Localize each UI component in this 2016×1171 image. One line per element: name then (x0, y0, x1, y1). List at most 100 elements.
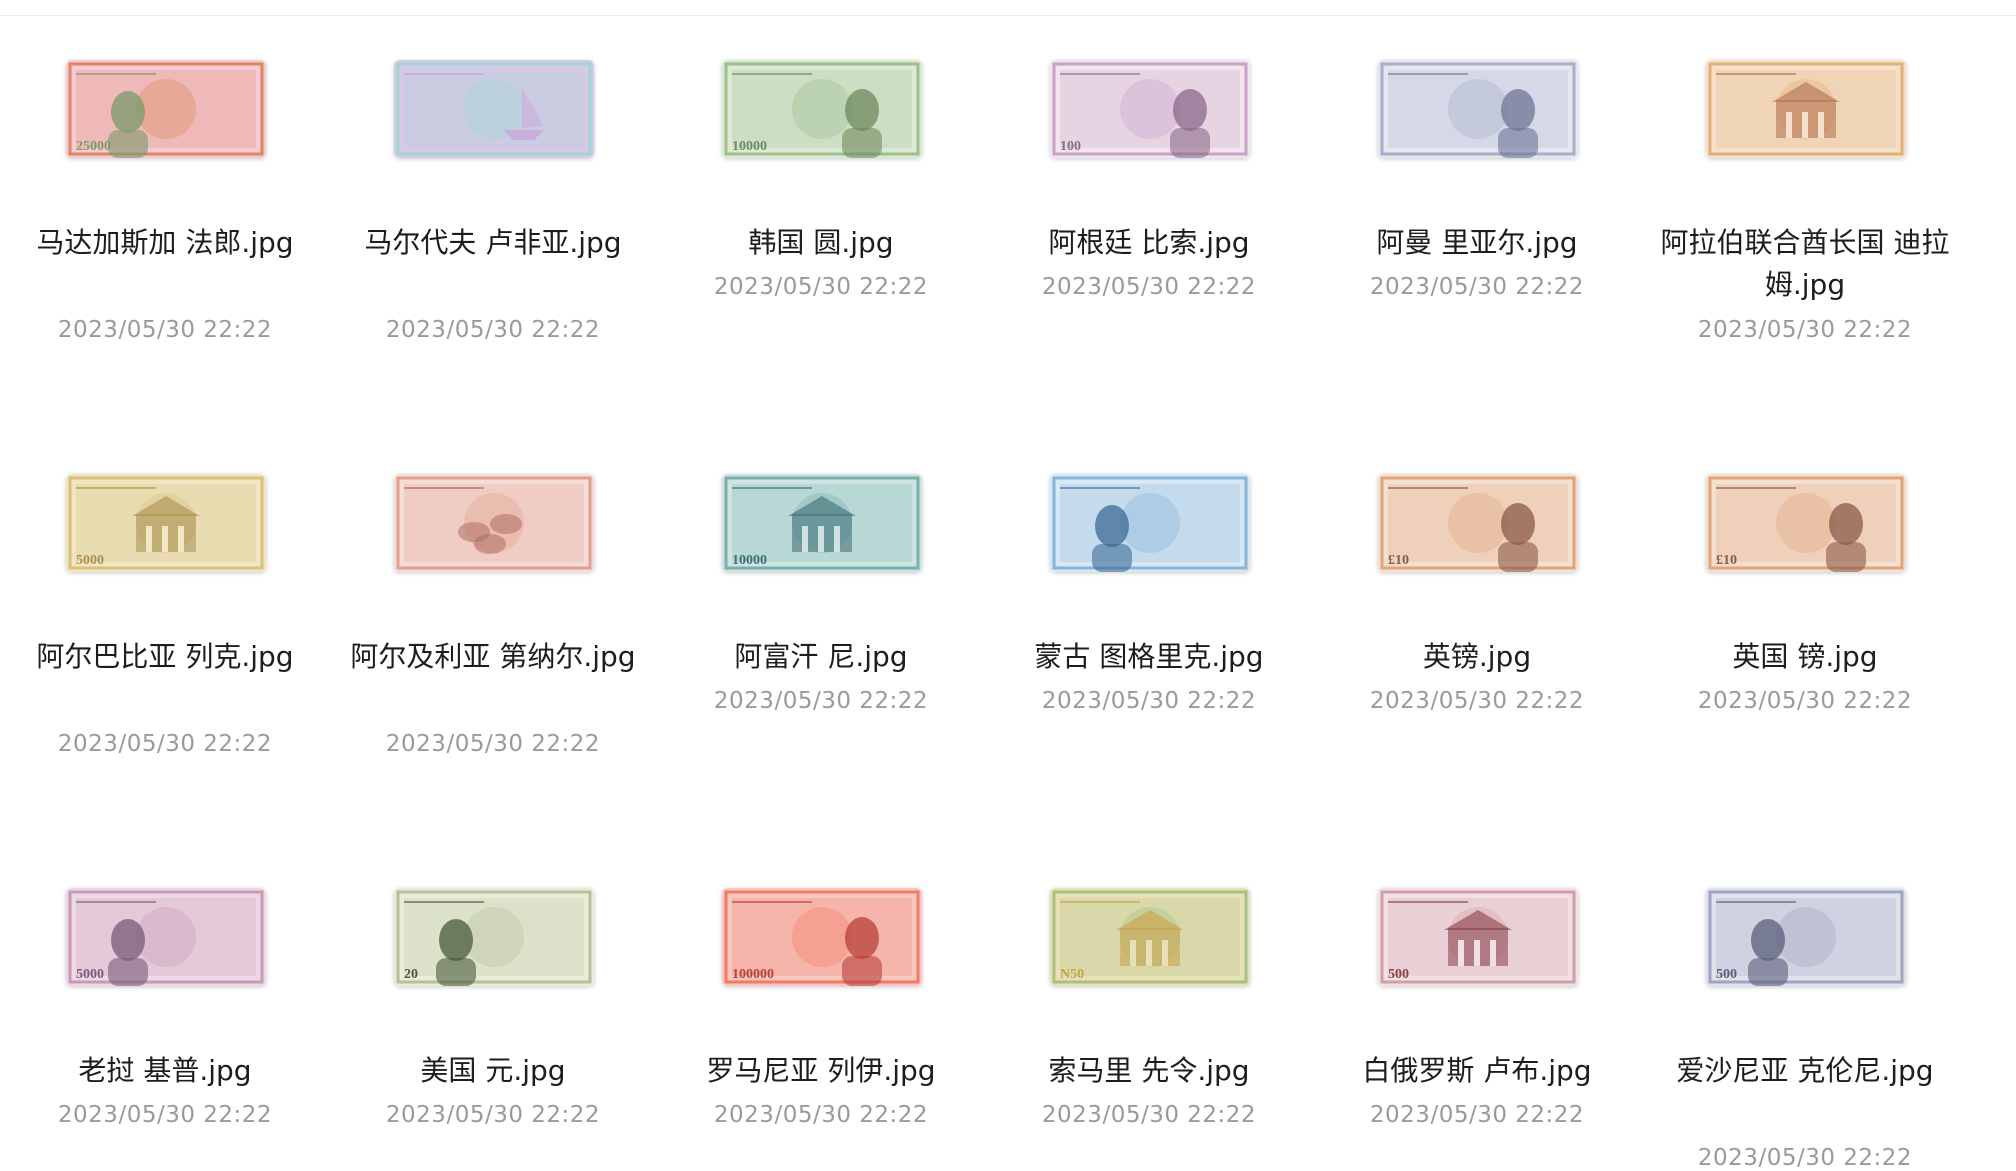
file-thumbnail: 5000 (66, 474, 266, 572)
banknote-image: N50 (1050, 888, 1250, 986)
file-thumbnail: 10000 (722, 474, 922, 572)
file-thumbnail: £10 (1706, 474, 1906, 572)
svg-text:£10: £10 (1716, 553, 1737, 568)
file-thumbnail (394, 60, 594, 158)
file-thumbnail (1378, 60, 1578, 158)
svg-text:5000: 5000 (76, 967, 104, 982)
file-tile[interactable]: 5000 阿尔巴比亚 列克.jpg 2023/05/30 22:22 (1, 414, 329, 828)
banknote-image: 10000 (722, 60, 922, 158)
svg-text:500: 500 (1716, 967, 1737, 982)
file-thumbnail: N50 (1050, 888, 1250, 986)
file-tile[interactable]: 500 白俄罗斯 卢布.jpg 2023/05/30 22:22 (1313, 828, 1641, 1144)
file-date: 2023/05/30 22:22 (1697, 688, 1913, 714)
svg-text:20: 20 (404, 967, 418, 982)
file-grid: 25000 马达加斯加 法郎.jpg 2023/05/30 22:22 马尔代夫 … (0, 0, 2016, 1171)
file-date: 2023/05/30 22:22 (1041, 688, 1257, 714)
file-thumbnail: £10 (1378, 474, 1578, 572)
banknote-image: 5000 (66, 474, 266, 572)
banknote-image (1706, 60, 1906, 158)
svg-text:10000: 10000 (732, 553, 767, 568)
file-tile[interactable]: 20 美国 元.jpg 2023/05/30 22:22 (329, 828, 657, 1144)
banknote-image: £10 (1378, 474, 1578, 572)
file-thumbnail: 10000 (722, 60, 922, 158)
file-thumbnail: 500 (1378, 888, 1578, 986)
file-date: 2023/05/30 22:22 (385, 317, 601, 343)
file-date: 2023/05/30 22:22 (1041, 274, 1257, 300)
file-name: 韩国 圆.jpg (748, 226, 894, 259)
file-name: 英镑.jpg (1422, 640, 1532, 673)
file-tile[interactable]: 500 爱沙尼亚 克伦尼.jpg 2023/05/30 22:22 (1641, 828, 1969, 1171)
file-tile[interactable]: 100000 罗马尼亚 列伊.jpg 2023/05/30 22:22 (657, 828, 985, 1144)
file-name: 蒙古 图格里克.jpg (1034, 640, 1264, 673)
banknote-image: 5000 (66, 888, 266, 986)
file-date: 2023/05/30 22:22 (57, 1102, 273, 1128)
file-tile[interactable]: £10 英镑.jpg 2023/05/30 22:22 (1313, 414, 1641, 828)
file-tile[interactable]: 蒙古 图格里克.jpg 2023/05/30 22:22 (985, 414, 1313, 828)
file-name: 英国 镑.jpg (1732, 640, 1878, 673)
banknote-image: 500 (1706, 888, 1906, 986)
file-date: 2023/05/30 22:22 (385, 1102, 601, 1128)
banknote-image: 100 (1050, 60, 1250, 158)
file-date: 2023/05/30 22:22 (1041, 1102, 1257, 1128)
file-thumbnail: 5000 (66, 888, 266, 986)
file-name: 美国 元.jpg (420, 1054, 566, 1087)
banknote-image (1378, 60, 1578, 158)
file-thumbnail (1050, 474, 1250, 572)
file-tile[interactable]: 10000 阿富汗 尼.jpg 2023/05/30 22:22 (657, 414, 985, 828)
file-tile[interactable]: N50 索马里 先令.jpg 2023/05/30 22:22 (985, 828, 1313, 1144)
banknote-image: 25000 (66, 60, 266, 158)
file-name: 老挝 基普.jpg (78, 1054, 252, 1087)
file-tile[interactable]: 100 阿根廷 比索.jpg 2023/05/30 22:22 (985, 0, 1313, 414)
banknote-image: 500 (1378, 888, 1578, 986)
file-name: 阿曼 里亚尔.jpg (1376, 226, 1578, 259)
file-tile[interactable]: 阿拉伯联合酋长国 迪拉姆.jpg 2023/05/30 22:22 (1641, 0, 1969, 414)
svg-text:100000: 100000 (732, 967, 774, 982)
file-name: 爱沙尼亚 克伦尼.jpg (1676, 1054, 1934, 1087)
file-tile[interactable]: 10000 韩国 圆.jpg 2023/05/30 22:22 (657, 0, 985, 414)
svg-text:500: 500 (1388, 967, 1409, 982)
file-name: 阿尔及利亚 第纳尔.jpg (350, 640, 636, 673)
file-thumbnail: 100000 (722, 888, 922, 986)
file-name: 白俄罗斯 卢布.jpg (1362, 1054, 1592, 1087)
file-name: 索马里 先令.jpg (1048, 1054, 1250, 1087)
file-thumbnail (394, 474, 594, 572)
file-name: 马尔代夫 卢非亚.jpg (364, 226, 622, 259)
file-tile[interactable]: £10 英国 镑.jpg 2023/05/30 22:22 (1641, 414, 1969, 828)
file-tile[interactable]: 马尔代夫 卢非亚.jpg 2023/05/30 22:22 (329, 0, 657, 414)
svg-text:25000: 25000 (76, 139, 111, 154)
file-thumbnail: 25000 (66, 60, 266, 158)
file-tile[interactable]: 5000 老挝 基普.jpg 2023/05/30 22:22 (1, 828, 329, 1144)
banknote-image: 100000 (722, 888, 922, 986)
file-date: 2023/05/30 22:22 (1697, 317, 1913, 343)
svg-text:£10: £10 (1388, 553, 1409, 568)
file-thumbnail: 100 (1050, 60, 1250, 158)
svg-text:N50: N50 (1060, 967, 1084, 982)
file-date: 2023/05/30 22:22 (1369, 274, 1585, 300)
file-date: 2023/05/30 22:22 (385, 731, 601, 757)
svg-text:10000: 10000 (732, 139, 767, 154)
file-thumbnail: 20 (394, 888, 594, 986)
file-tile[interactable]: 25000 马达加斯加 法郎.jpg 2023/05/30 22:22 (1, 0, 329, 414)
file-name: 罗马尼亚 列伊.jpg (706, 1054, 936, 1087)
banknote-image (394, 60, 594, 158)
file-tile[interactable]: 阿曼 里亚尔.jpg 2023/05/30 22:22 (1313, 0, 1641, 414)
file-thumbnail (1706, 60, 1906, 158)
file-name: 阿根廷 比索.jpg (1048, 226, 1250, 259)
file-date: 2023/05/30 22:22 (713, 274, 929, 300)
file-tile[interactable]: 阿尔及利亚 第纳尔.jpg 2023/05/30 22:22 (329, 414, 657, 828)
banknote-image: 20 (394, 888, 594, 986)
file-date: 2023/05/30 22:22 (713, 1102, 929, 1128)
banknote-image: 10000 (722, 474, 922, 572)
file-thumbnail: 500 (1706, 888, 1906, 986)
banknote-image (394, 474, 594, 572)
file-date: 2023/05/30 22:22 (1369, 1102, 1585, 1128)
file-date: 2023/05/30 22:22 (1697, 1145, 1913, 1171)
file-name: 马达加斯加 法郎.jpg (36, 226, 294, 259)
file-date: 2023/05/30 22:22 (1369, 688, 1585, 714)
file-date: 2023/05/30 22:22 (57, 731, 273, 757)
banknote-image: £10 (1706, 474, 1906, 572)
banknote-image (1050, 474, 1250, 572)
file-name: 阿拉伯联合酋长国 迪拉姆.jpg (1660, 226, 1950, 301)
file-name: 阿富汗 尼.jpg (734, 640, 908, 673)
svg-text:100: 100 (1060, 139, 1081, 154)
